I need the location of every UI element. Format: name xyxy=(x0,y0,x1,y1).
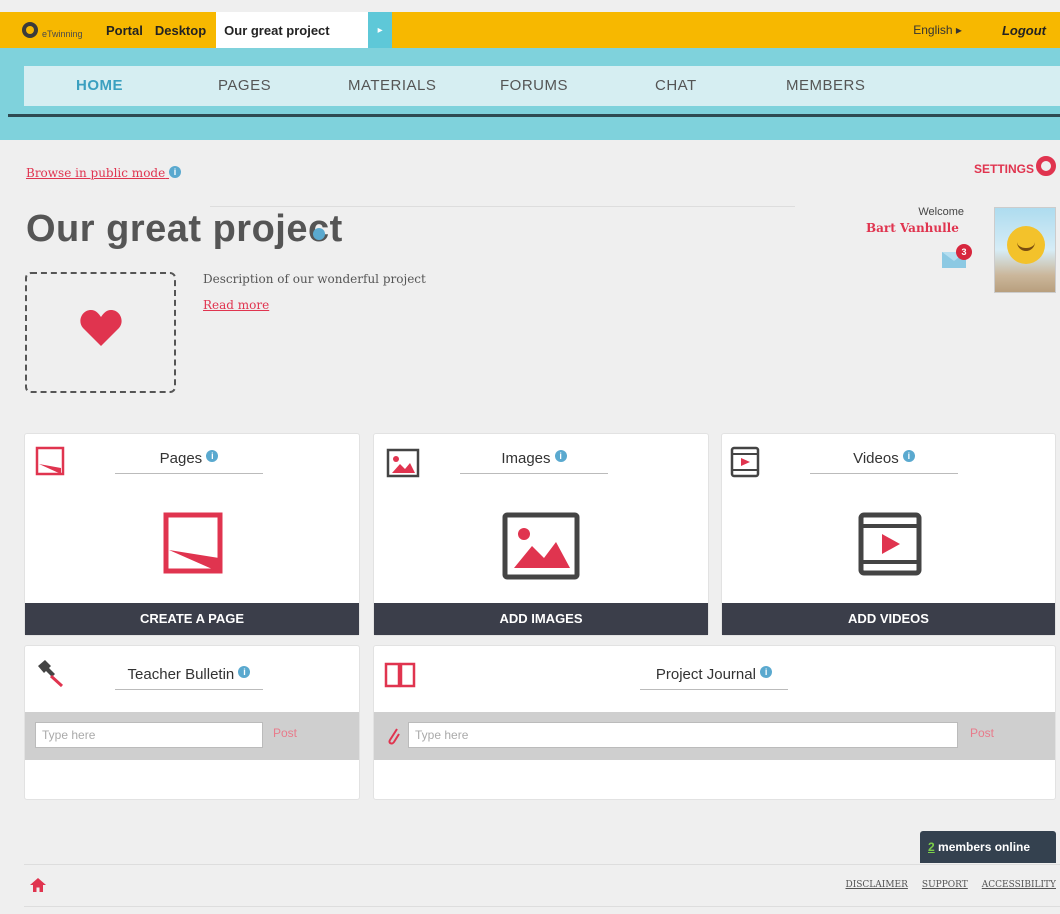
top-bar: eTwinning Portal Desktop Our great proje… xyxy=(0,12,1060,48)
info-icon[interactable]: i xyxy=(902,450,915,462)
unread-badge: 3 xyxy=(956,244,972,260)
info-icon[interactable]: i xyxy=(760,666,773,678)
project-description: Description of our wonderful project xyxy=(203,272,426,286)
project-journal-title: Project Journal i xyxy=(640,666,788,690)
journal-post-button[interactable]: Post xyxy=(970,726,994,740)
teacher-bulletin-card: Teacher Bulletin i Post xyxy=(24,645,360,800)
images-card: Images i ADD IMAGES xyxy=(373,433,709,636)
language-selector[interactable]: English ▸ xyxy=(913,23,962,37)
settings-button[interactable]: SETTINGS xyxy=(974,156,1056,176)
journal-input[interactable] xyxy=(408,722,958,748)
add-images-button[interactable]: ADD IMAGES xyxy=(374,603,708,635)
pushpin-icon xyxy=(38,660,64,688)
images-card-title: Images i xyxy=(460,450,608,474)
logo-icon xyxy=(22,22,38,38)
main-navigation: HOME PAGES MATERIALS FORUMS CHAT MEMBERS xyxy=(0,48,1060,140)
page-large-icon xyxy=(163,512,223,574)
add-videos-button[interactable]: ADD VIDEOS xyxy=(722,603,1055,635)
bulletin-input[interactable] xyxy=(35,722,263,748)
browse-public-link[interactable]: Browse in public mode i xyxy=(26,166,182,180)
info-icon[interactable]: i xyxy=(554,450,567,462)
heart-icon xyxy=(80,310,122,346)
journal-input-bar: Post xyxy=(374,712,1055,760)
members-online-button[interactable]: 2 members online xyxy=(920,831,1056,863)
title-info-icon[interactable] xyxy=(313,228,325,240)
nav-materials[interactable]: MATERIALS xyxy=(348,77,436,94)
videos-card: Videos i ADD VIDEOS xyxy=(721,433,1056,636)
teacher-bulletin-title: Teacher Bulletin i xyxy=(115,666,263,690)
video-icon xyxy=(730,446,760,478)
videos-card-title: Videos i xyxy=(810,450,958,474)
title-divider xyxy=(210,206,795,207)
footer-bottom-divider xyxy=(24,906,1060,907)
book-icon xyxy=(384,662,416,688)
nav-divider xyxy=(8,114,1060,117)
project-tab[interactable]: Our great project xyxy=(216,12,369,48)
footer-links: DISCLAIMER SUPPORT ACCESSIBILITY xyxy=(845,880,1056,890)
nav-chat[interactable]: CHAT xyxy=(655,77,697,94)
footer-divider xyxy=(24,864,1060,865)
home-icon[interactable] xyxy=(30,878,46,892)
bulletin-post-button[interactable]: Post xyxy=(273,726,297,740)
video-large-icon xyxy=(858,512,922,576)
user-name-link[interactable]: Bart Vanhulle xyxy=(866,221,959,235)
desktop-link[interactable]: Desktop xyxy=(149,12,212,48)
project-journal-card: Project Journal i Post xyxy=(373,645,1056,800)
nav-home[interactable]: HOME xyxy=(76,77,123,94)
welcome-text: Welcome xyxy=(918,206,964,218)
page-title: Our great project xyxy=(26,208,343,250)
etwinning-logo[interactable]: eTwinning xyxy=(0,12,100,48)
nav-forums[interactable]: FORUMS xyxy=(500,77,568,94)
support-link[interactable]: SUPPORT xyxy=(922,880,968,890)
smiley-avatar-image xyxy=(1007,226,1045,264)
image-large-icon xyxy=(502,512,580,580)
paperclip-icon[interactable] xyxy=(386,726,402,746)
pages-card-title: Pages i xyxy=(115,450,263,474)
browse-public-label: Browse in public mode xyxy=(26,166,166,180)
page-icon xyxy=(35,446,65,476)
info-icon[interactable]: i xyxy=(169,166,182,178)
read-more-link[interactable]: Read more xyxy=(203,298,269,312)
logout-link[interactable]: Logout xyxy=(1002,23,1046,38)
pages-card: Pages i CREATE A PAGE xyxy=(24,433,360,636)
disclaimer-link[interactable]: DISCLAIMER xyxy=(845,880,907,890)
info-icon[interactable]: i xyxy=(238,666,251,678)
avatar[interactable] xyxy=(994,207,1056,293)
online-label: members online xyxy=(934,840,1031,854)
image-icon xyxy=(386,448,420,478)
settings-label: SETTINGS xyxy=(973,162,1034,176)
messages-button[interactable]: 3 xyxy=(942,244,972,272)
bulletin-input-bar: Post xyxy=(25,712,359,760)
nav-members[interactable]: MEMBERS xyxy=(786,77,865,94)
create-page-button[interactable]: CREATE A PAGE xyxy=(25,603,359,635)
nav-pages[interactable]: PAGES xyxy=(218,77,271,94)
gear-icon xyxy=(1036,156,1056,176)
accessibility-link[interactable]: ACCESSIBILITY xyxy=(982,880,1056,890)
project-menu-arrow-icon[interactable]: ▸ xyxy=(368,12,393,48)
online-count: 2 xyxy=(928,840,935,854)
info-icon[interactable]: i xyxy=(206,450,219,462)
portal-link[interactable]: Portal xyxy=(100,12,149,48)
logo-text: eTwinning xyxy=(42,29,83,39)
project-image-placeholder[interactable] xyxy=(25,272,176,393)
